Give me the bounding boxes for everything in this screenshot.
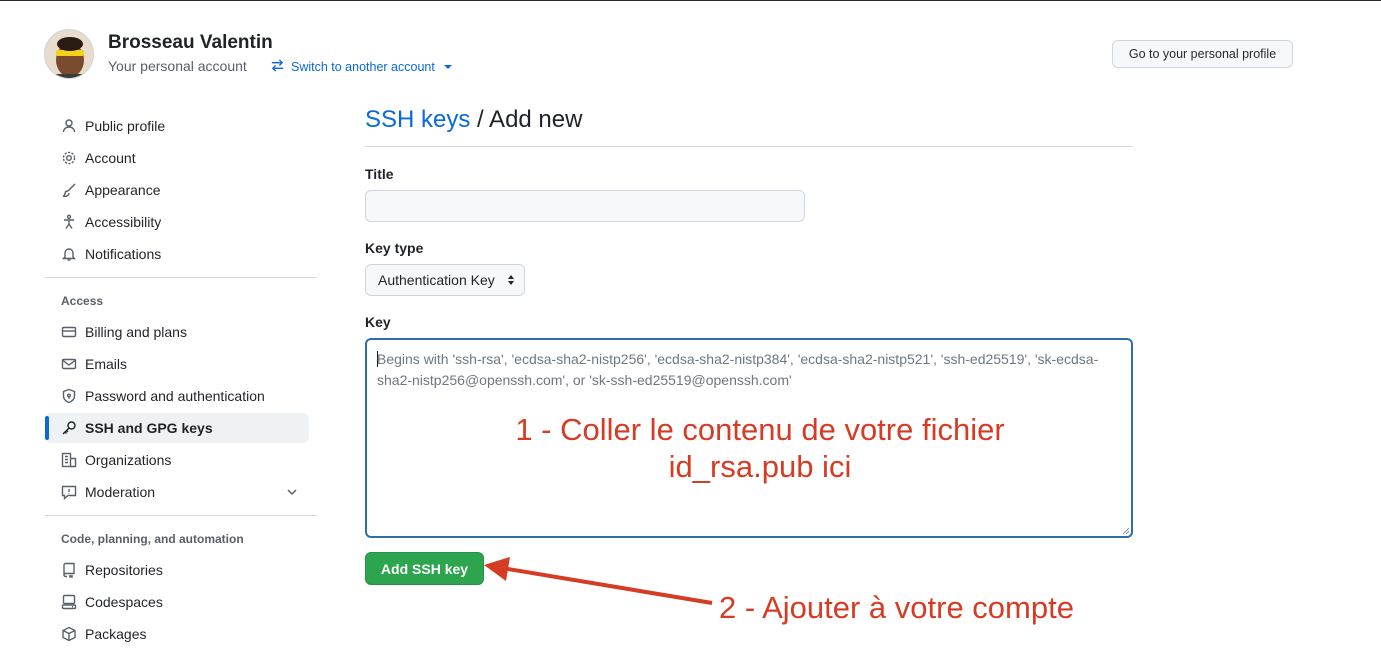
sidebar-item-label: Billing and plans [85,324,187,340]
sidebar-item-label: Moderation [85,484,156,500]
account-subtitle: Your personal account [108,58,247,74]
sidebar-item-organizations[interactable]: Organizations [45,445,309,475]
gear-icon [61,150,77,166]
sidebar-item-notifications[interactable]: Notifications [45,239,309,269]
annotation-step-1-line-1: 1 - Coller le contenu de votre fichier [515,412,1005,447]
sidebar-item-label: Password and authentication [85,388,265,404]
title-input[interactable] [365,190,805,222]
sidebar-item-label: Emails [85,356,128,372]
key-icon [61,420,77,436]
key-type-value: Authentication Key [378,272,495,288]
sidebar-item-label: SSH and GPG keys [85,420,213,436]
sidebar-item-label: Notifications [85,246,162,262]
sidebar-item-repositories[interactable]: Repositories [45,555,309,585]
accessibility-icon [61,214,77,230]
sidebar-item-moderation[interactable]: Moderation [45,477,309,507]
switch-account-link[interactable]: Switch to another account [270,58,452,76]
arrow-switch-icon [270,58,285,76]
sidebar-item-label: Appearance [85,182,161,198]
sidebar-divider [45,277,317,278]
title-divider [365,146,1133,147]
ssh-keys-breadcrumb-link[interactable]: SSH keys [365,106,470,133]
breadcrumb-current: / Add new [477,106,583,133]
sidebar-item-appearance[interactable]: Appearance [45,175,309,205]
chevron-down-icon[interactable] [285,485,299,499]
user-name: Brosseau Valentin [108,32,273,53]
report-icon [61,484,77,500]
sidebar-item-billing[interactable]: Billing and plans [45,317,309,347]
sidebar-item-account[interactable]: Account [45,143,309,173]
sidebar-item-label: Repositories [85,562,163,578]
sidebar-item-codespaces[interactable]: Codespaces [45,587,309,617]
title-label: Title [365,166,394,182]
sidebar-item-ssh-gpg-keys[interactable]: SSH and GPG keys [45,413,309,443]
resize-handle-icon[interactable] [1121,526,1129,534]
sidebar-divider [45,515,317,516]
sidebar-item-password[interactable]: Password and authentication [45,381,309,411]
repo-icon [61,562,77,578]
annotation-step-1: 1 - Coller le contenu de votre fichier i… [440,411,1080,485]
key-type-label: Key type [365,240,424,256]
add-ssh-key-button[interactable]: Add SSH key [365,552,484,585]
switch-account-label: Switch to another account [291,60,435,74]
personal-profile-button[interactable]: Go to your personal profile [1112,40,1293,68]
annotation-step-2: 2 - Ajouter à votre compte [719,590,1074,625]
sidebar-item-accessibility[interactable]: Accessibility [45,207,309,237]
caret-down-icon [443,65,452,69]
page-title: SSH keys / Add new [365,106,582,134]
sidebar-item-packages[interactable]: Packages [45,619,309,649]
codespaces-icon [61,594,77,610]
person-icon [61,118,77,134]
sidebar-item-label: Codespaces [85,594,163,610]
sidebar-item-label: Packages [85,626,147,642]
package-icon [61,626,77,642]
bell-icon [61,246,77,262]
annotation-step-1-line-2: id_rsa.pub ici [668,449,852,484]
sidebar-section-heading: Access [61,294,104,308]
shield-lock-icon [61,388,77,404]
avatar[interactable] [44,29,94,79]
sidebar-item-label: Accessibility [85,214,162,230]
select-arrows-icon [508,275,514,285]
key-placeholder: Begins with 'ssh-rsa', 'ecdsa-sha2-nistp… [377,351,1099,388]
paintbrush-icon [61,182,77,198]
mail-icon [61,356,77,372]
key-type-select[interactable]: Authentication Key [365,264,525,296]
sidebar-section-heading: Code, planning, and automation [61,532,244,546]
organization-icon [61,452,77,468]
sidebar-item-public-profile[interactable]: Public profile [45,111,309,141]
key-label: Key [365,314,391,330]
sidebar-item-label: Account [85,150,136,166]
credit-card-icon [61,324,77,340]
sidebar-item-label: Organizations [85,452,172,468]
sidebar-item-emails[interactable]: Emails [45,349,309,379]
annotation-arrow [484,557,713,605]
sidebar-item-label: Public profile [85,118,166,134]
